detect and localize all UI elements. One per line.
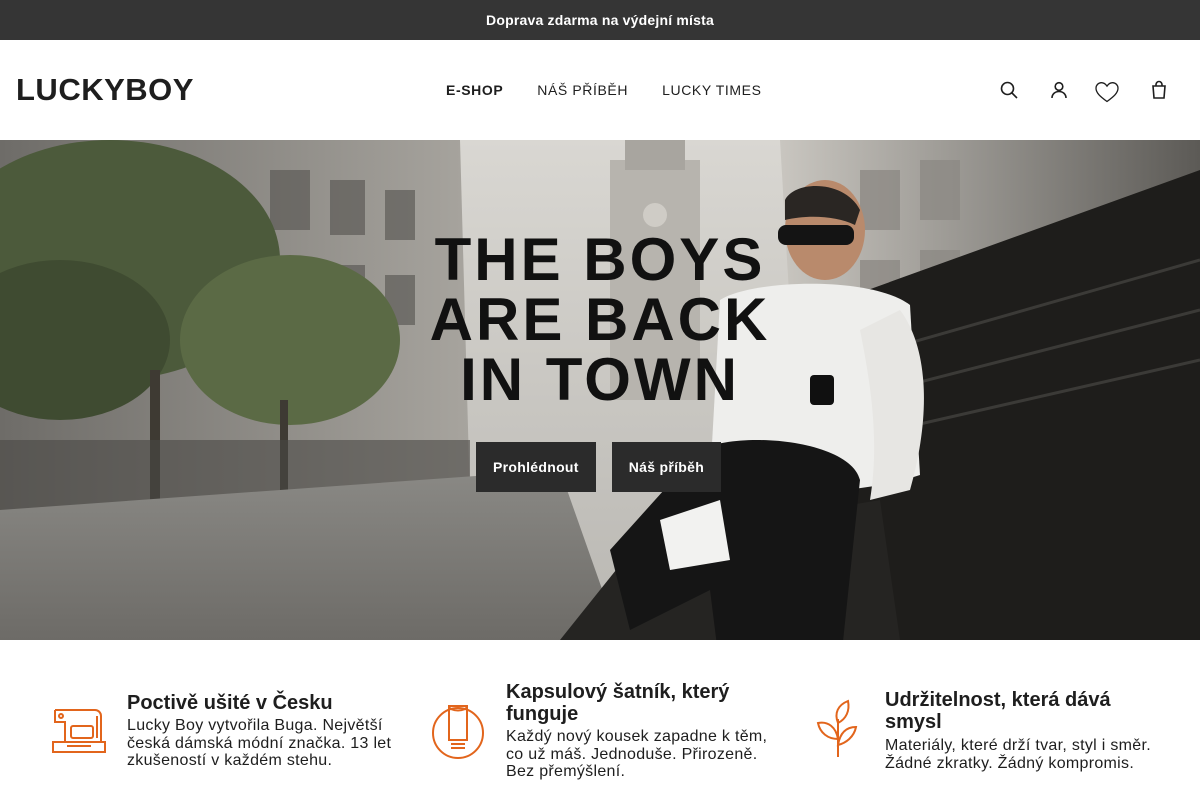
hero-banner: THE BOYS ARE BACK IN TOWN Prohlédnout Ná… <box>0 140 1200 640</box>
hero-title-line: IN TOWN <box>460 346 740 413</box>
search-icon[interactable] <box>997 78 1021 102</box>
nav-item-our-story[interactable]: NÁŠ PŘÍBĚH <box>520 80 645 100</box>
nav-item-eshop[interactable]: E-SHOP <box>429 80 520 100</box>
hero-title: THE BOYS ARE BACK IN TOWN <box>400 230 800 410</box>
our-story-button[interactable]: Náš příběh <box>611 442 722 492</box>
feature-text: Každý nový kousek zapadne k těm, co už m… <box>506 728 768 780</box>
feature-sustainability: Udržitelnost, která dává smysl Materiály… <box>800 640 1200 800</box>
sewing-machine-icon <box>51 702 107 759</box>
hero-title-line: THE BOYS <box>434 226 766 293</box>
user-icon[interactable] <box>1047 78 1071 102</box>
hero-buttons: Prohlédnout Náš příběh <box>476 442 722 492</box>
feature-capsule-wardrobe: Kapsulový šatník, který funguje Každý no… <box>400 640 800 800</box>
main-nav: E-SHOP NÁŠ PŘÍBĚH LUCKY TIMES <box>429 80 779 100</box>
feature-made-in-czech: Poctivě ušité v Česku Lucky Boy vytvořil… <box>0 640 400 800</box>
feature-text: Lucky Boy vytvořila Buga. Největší česká… <box>127 717 392 769</box>
site-header: LUCKYBOY E-SHOP NÁŠ PŘÍBĚH LUCKY TIMES <box>0 40 1200 140</box>
feature-title: Poctivě ušité v Česku <box>127 692 333 714</box>
announcement-bar: Doprava zdarma na výdejní místa <box>0 0 1200 40</box>
heart-icon[interactable] <box>1094 79 1120 105</box>
browse-button[interactable]: Prohlédnout <box>476 442 596 492</box>
features-row: Poctivě ušité v Česku Lucky Boy vytvořil… <box>0 640 1200 800</box>
feature-text: Materiály, které drží tvar, styl i směr.… <box>885 737 1151 772</box>
feature-title: Kapsulový šatník, který funguje <box>506 681 730 725</box>
feature-title: Udržitelnost, která dává smysl <box>885 689 1111 733</box>
hero-title-line: ARE BACK <box>429 286 771 353</box>
cart-icon[interactable] <box>1147 78 1171 102</box>
announcement-text: Doprava zdarma na výdejní místa <box>486 12 714 28</box>
tshirt-icon <box>431 702 485 765</box>
leaf-icon <box>811 699 865 764</box>
nav-item-lucky-times[interactable]: LUCKY TIMES <box>645 80 778 100</box>
logo[interactable]: LUCKYBOY <box>16 74 194 106</box>
